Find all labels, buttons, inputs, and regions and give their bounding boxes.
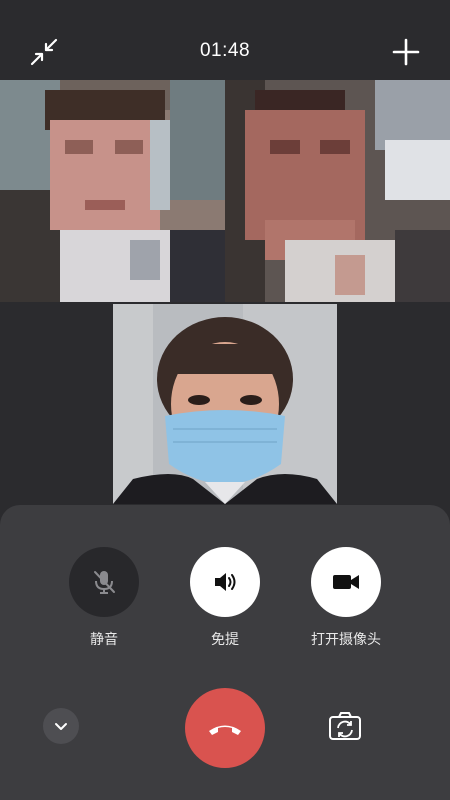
phone-hangup-icon: [209, 725, 241, 735]
participant-video-3[interactable]: [113, 304, 337, 504]
call-timer: 01:48: [199, 40, 251, 61]
camera-button[interactable]: [311, 547, 381, 617]
call-controls-panel: 静音 免提 打开摄像头: [0, 505, 450, 800]
mute-label: 静音: [90, 631, 118, 647]
participant-video-1[interactable]: [0, 80, 225, 302]
video-camera-icon: [333, 575, 359, 589]
speaker-button[interactable]: [190, 547, 260, 617]
collapse-button[interactable]: [43, 708, 79, 744]
camera-switch-icon[interactable]: [328, 710, 362, 742]
top-bar: 01:48: [0, 0, 450, 80]
participant-video-2[interactable]: [225, 80, 450, 302]
speaker-label: 免提: [211, 631, 239, 647]
hangup-button[interactable]: [185, 688, 265, 768]
speaker-icon: [215, 573, 236, 591]
mute-button[interactable]: [69, 547, 139, 617]
participant-video-1-image: [0, 80, 225, 302]
participant-video-3-image: [113, 304, 337, 504]
camera-control: 打开摄像头: [291, 547, 401, 649]
speaker-control: 免提: [170, 547, 280, 649]
microphone-off-icon: [94, 571, 115, 594]
camera-label: 打开摄像头: [311, 631, 381, 647]
mute-control: 静音: [49, 547, 159, 649]
chevron-down-icon: [55, 723, 67, 730]
plus-icon[interactable]: [392, 38, 420, 66]
participant-video-2-image: [225, 80, 450, 302]
